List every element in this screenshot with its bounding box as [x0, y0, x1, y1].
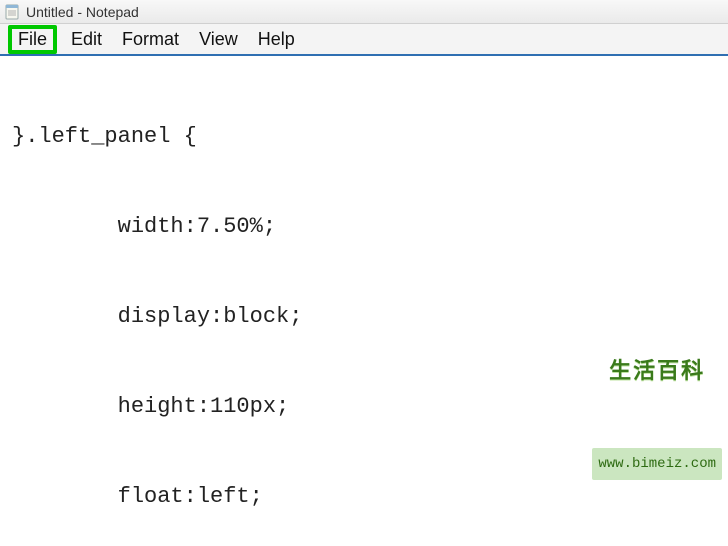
notepad-icon	[4, 4, 20, 20]
window-title: Untitled - Notepad	[26, 4, 139, 20]
code-line: }.left_panel {	[12, 122, 720, 152]
titlebar: Untitled - Notepad	[0, 0, 728, 24]
menu-help[interactable]: Help	[248, 26, 305, 53]
watermark: 生活百科 www.bimeiz.com	[592, 298, 722, 540]
menu-file[interactable]: File	[8, 25, 57, 54]
text-editor[interactable]: }.left_panel { width:7.50%; display:bloc…	[0, 56, 728, 546]
menubar: File Edit Format View Help	[0, 24, 728, 56]
menu-edit[interactable]: Edit	[61, 26, 112, 53]
watermark-text-bottom: www.bimeiz.com	[592, 448, 722, 480]
watermark-text-top: 生活百科	[592, 358, 722, 388]
code-line: width:7.50%;	[12, 212, 720, 242]
menu-view[interactable]: View	[189, 26, 248, 53]
menu-format[interactable]: Format	[112, 26, 189, 53]
